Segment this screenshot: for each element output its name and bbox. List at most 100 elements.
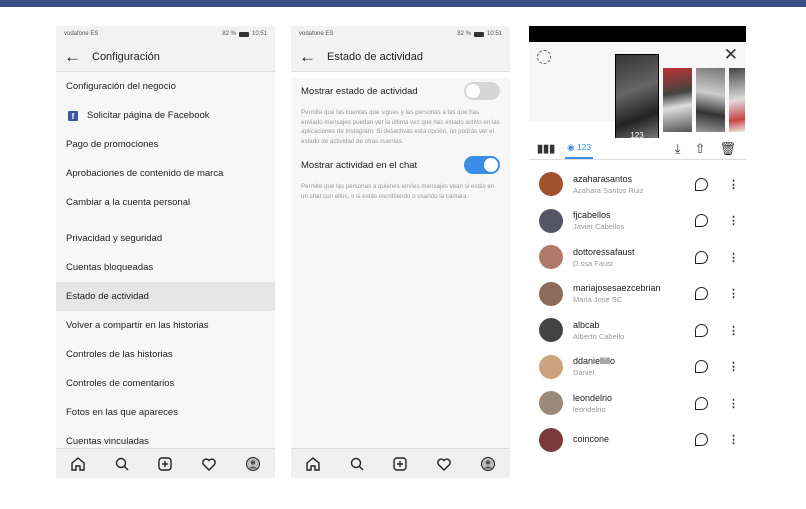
avatar[interactable] xyxy=(539,281,563,306)
search-icon[interactable] xyxy=(112,454,132,474)
browser-top-bar xyxy=(0,0,806,7)
menu-item-request-facebook-page[interactable]: f Solicitar página de Facebook xyxy=(56,101,275,130)
message-icon[interactable] xyxy=(695,396,708,410)
more-icon[interactable]: ⋮ xyxy=(728,397,739,410)
more-icon[interactable]: ⋮ xyxy=(728,214,739,227)
story-preview-area: ✕ 123 xyxy=(529,42,746,144)
list-item[interactable]: leondelrio leondelrio ⋮ xyxy=(529,385,746,422)
avatar[interactable] xyxy=(539,245,563,270)
viewer-name: Azahara Santos Ruiz xyxy=(573,185,644,195)
settings-screen: vodafone ES 82 % 10:51 ← Configuración Co… xyxy=(56,26,275,478)
story-thumbnail[interactable] xyxy=(696,68,725,132)
viewer-username: leondelrio xyxy=(573,392,613,403)
menu-item-comment-controls[interactable]: Controles de comentarios xyxy=(56,369,275,398)
activity-settings: Mostrar estado de actividad Permite que … xyxy=(291,78,510,454)
avatar[interactable] xyxy=(539,208,563,233)
more-icon[interactable]: ⋮ xyxy=(728,433,739,446)
menu-item-privacy[interactable]: Privacidad y seguridad xyxy=(56,224,275,253)
viewer-name: Alberto Cabello xyxy=(573,331,625,341)
message-icon[interactable] xyxy=(695,250,708,264)
share-icon[interactable]: ⇧ xyxy=(695,141,706,157)
heart-icon[interactable] xyxy=(434,454,454,474)
message-icon[interactable] xyxy=(695,177,708,191)
avatar[interactable] xyxy=(539,318,563,343)
chat-activity-toggle[interactable] xyxy=(464,156,500,175)
list-item[interactable]: dottoressafaust D.ssa Faust ⋮ xyxy=(529,239,746,276)
menu-item-label: Estado de actividad xyxy=(66,291,149,302)
message-icon[interactable] xyxy=(695,214,708,228)
story-viewers-screen: ✕ 123 ▮▮▮ ◉ 123 ⤓ ⇧ 🗑 azaharasantos Azaha… xyxy=(529,26,746,478)
message-icon[interactable] xyxy=(695,323,708,337)
viewer-name: D.ssa Faust xyxy=(573,258,614,268)
back-arrow-icon[interactable]: ← xyxy=(299,48,321,65)
more-icon[interactable]: ⋮ xyxy=(728,287,739,300)
message-icon[interactable] xyxy=(695,433,708,447)
menu-item-story-controls[interactable]: Controles de las historias xyxy=(56,340,275,369)
viewer-name: Daniel xyxy=(573,368,595,378)
story-thumbnail[interactable] xyxy=(729,68,745,132)
story-thumbnail-current[interactable]: 123 xyxy=(615,54,659,144)
views-tab[interactable]: ◉ 123 xyxy=(565,138,594,159)
menu-item-blocked[interactable]: Cuentas bloqueadas xyxy=(56,253,275,282)
chat-activity-row: Mostrar actividad en el chat xyxy=(301,152,500,178)
more-icon[interactable]: ⋮ xyxy=(728,251,739,264)
chat-activity-description: Permite que las personas a quienes envíe… xyxy=(301,183,495,200)
add-icon[interactable] xyxy=(155,454,175,474)
menu-item-business-settings[interactable]: Configuración del negocio xyxy=(56,72,275,101)
activity-status-row: Mostrar estado de actividad xyxy=(301,78,500,104)
more-icon[interactable]: ⋮ xyxy=(728,360,739,373)
menu-item-promotion-payments[interactable]: Pago de promociones xyxy=(56,130,275,159)
list-item[interactable]: fjcabellos Javier Cabellos ⋮ xyxy=(529,203,746,240)
viewers-list: azaharasantos Azahara Santos Ruiz ⋮ fjcab… xyxy=(529,160,746,458)
menu-item-label: Aprobaciones de contenido de marca xyxy=(66,168,224,179)
viewer-username: dottoressafaust xyxy=(573,246,635,257)
profile-icon[interactable] xyxy=(243,454,263,474)
list-item[interactable]: mariajosesaezcebrian Maria Jose SC ⋮ xyxy=(529,276,746,313)
search-icon[interactable] xyxy=(347,454,367,474)
avatar[interactable] xyxy=(539,354,563,379)
activity-status-label: Mostrar estado de actividad xyxy=(301,85,418,97)
back-arrow-icon[interactable]: ← xyxy=(64,48,86,65)
avatar[interactable] xyxy=(539,427,563,452)
viewer-name: Javier Cabellos xyxy=(573,222,625,232)
menu-item-switch-personal[interactable]: Cambiar a la cuenta personal xyxy=(56,188,275,217)
heart-icon[interactable] xyxy=(199,454,219,474)
carrier-label: vodafone ES xyxy=(299,31,334,37)
settings-icon[interactable] xyxy=(537,50,551,64)
story-actions: ⤓ ⇧ 🗑 xyxy=(675,141,736,157)
menu-item-label: Privacidad y seguridad xyxy=(66,233,163,244)
list-item[interactable]: coincone ⋮ xyxy=(529,422,746,459)
story-thumbnail[interactable] xyxy=(663,68,692,132)
viewer-username: fjcabellos xyxy=(573,210,611,221)
download-icon[interactable]: ⤓ xyxy=(675,141,681,157)
trash-icon[interactable]: 🗑 xyxy=(719,141,736,157)
menu-item-label: Cuentas bloqueadas xyxy=(66,262,154,273)
avatar[interactable] xyxy=(539,172,563,197)
viewer-username: coincone xyxy=(573,433,610,444)
status-bar: vodafone ES 82 % 10:51 xyxy=(56,26,275,42)
menu-item-label: Volver a compartir en las historias xyxy=(66,320,209,331)
list-item[interactable]: azaharasantos Azahara Santos Ruiz ⋮ xyxy=(529,166,746,203)
more-icon[interactable]: ⋮ xyxy=(728,324,739,337)
message-icon[interactable] xyxy=(695,287,708,301)
home-icon[interactable] xyxy=(303,454,323,474)
list-item[interactable]: albcab Alberto Cabello ⋮ xyxy=(529,312,746,349)
menu-item-tagged-photos[interactable]: Fotos en las que apareces xyxy=(56,398,275,427)
profile-icon[interactable] xyxy=(478,454,498,474)
list-item[interactable]: ddaniellillo Daniel ⋮ xyxy=(529,349,746,386)
more-icon[interactable]: ⋮ xyxy=(728,178,739,191)
avatar[interactable] xyxy=(539,391,563,416)
viewer-username: albcab xyxy=(573,319,600,330)
message-icon[interactable] xyxy=(695,360,708,374)
settings-menu: Configuración del negocio f Solicitar pág… xyxy=(56,72,275,448)
menu-item-label: Controles de comentarios xyxy=(66,378,175,389)
menu-item-story-reshare[interactable]: Volver a compartir en las historias xyxy=(56,311,275,340)
activity-status-toggle[interactable] xyxy=(464,82,500,100)
menu-item-activity-status[interactable]: Estado de actividad xyxy=(56,282,275,311)
add-icon[interactable] xyxy=(390,454,410,474)
home-icon[interactable] xyxy=(68,454,88,474)
menu-item-branded-content[interactable]: Aprobaciones de contenido de marca xyxy=(56,159,275,188)
bar-chart-icon[interactable]: ▮▮▮ xyxy=(537,142,555,155)
chat-activity-label: Mostrar actividad en el chat xyxy=(301,159,418,171)
carrier-label: vodafone ES xyxy=(64,31,99,37)
